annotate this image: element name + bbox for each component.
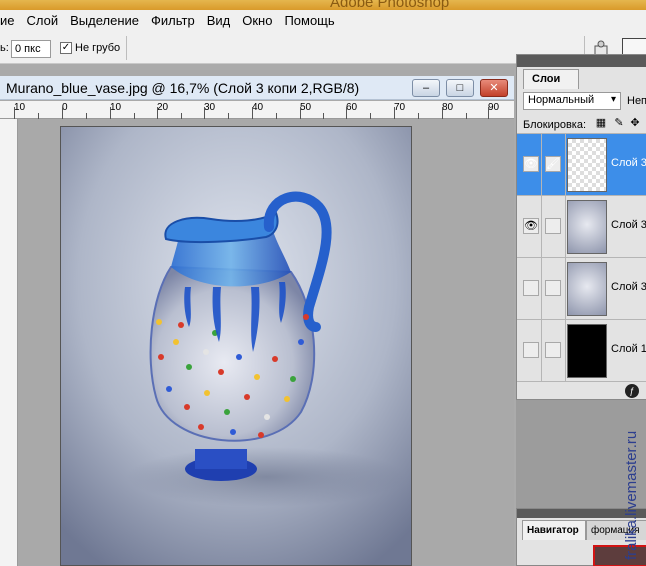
eye-toggle-empty[interactable] <box>523 342 539 358</box>
menu-item-help[interactable]: Помощь <box>278 10 340 32</box>
lock-position-icon[interactable]: ✥ <box>629 117 641 129</box>
feather-input[interactable] <box>11 40 51 58</box>
layers-panel: Слои Нормальный ▾ Непр Блокировка: ▦ ✎ ✥… <box>516 54 646 400</box>
layer-thumbnail <box>567 262 607 316</box>
maximize-icon: □ <box>456 82 464 94</box>
link-box[interactable] <box>545 218 561 234</box>
antialias-label: Не грубо <box>75 42 121 54</box>
vase-image <box>61 127 411 565</box>
app-title-bar: Adobe Photoshop <box>0 0 646 10</box>
lock-label: Блокировка: <box>523 119 587 131</box>
close-button[interactable]: ✕ <box>480 79 508 97</box>
menu-bar: ие Слой Выделение Фильтр Вид Окно Помощь <box>0 10 646 32</box>
watermark-text: fralika.livemaster.ru <box>623 431 640 560</box>
feather-label: ь: <box>0 42 9 54</box>
layer-row[interactable]: Слой 3 <box>517 257 646 320</box>
menu-item-filter[interactable]: Фильтр <box>145 10 201 32</box>
opacity-label: Непр <box>627 95 646 107</box>
ruler-horizontal[interactable]: 10 0 10 20 30 40 50 60 70 80 90 <box>0 101 514 119</box>
tab-layers[interactable]: Слои <box>523 69 579 89</box>
panel-dock-bar[interactable] <box>517 55 646 67</box>
layer-row[interactable]: 👁 Слой 3 <box>517 195 646 258</box>
fx-icon[interactable]: ƒ <box>625 384 639 398</box>
eye-icon[interactable]: 👁 <box>523 156 539 172</box>
layer-row[interactable]: 👁 🖌 Слой 3 <box>517 133 646 196</box>
menu-item-view[interactable]: Вид <box>201 10 237 32</box>
options-separator <box>126 36 127 60</box>
lock-transparency-icon[interactable]: ▦ <box>595 117 607 129</box>
menu-item-layer[interactable]: Слой <box>21 10 65 32</box>
document-window: Murano_blue_vase.jpg @ 16,7% (Слой 3 коп… <box>0 70 514 566</box>
layers-footer: ƒ <box>517 381 646 399</box>
maximize-button[interactable]: □ <box>446 79 474 97</box>
layer-name: Слой 3 <box>611 281 646 293</box>
link-box[interactable] <box>545 342 561 358</box>
brush-icon[interactable]: 🖌 <box>545 156 561 172</box>
ruler-ticks <box>14 107 489 119</box>
document-title: Murano_blue_vase.jpg @ 16,7% (Слой 3 коп… <box>6 80 360 96</box>
layer-name: Слой 3 <box>611 157 646 169</box>
chevron-down-icon: ▾ <box>610 94 616 105</box>
link-box[interactable] <box>545 280 561 296</box>
menu-item-select[interactable]: Выделение <box>64 10 145 32</box>
document-title-bar[interactable]: Murano_blue_vase.jpg @ 16,7% (Слой 3 коп… <box>0 76 514 100</box>
close-icon: ✕ <box>489 82 499 94</box>
watermark: fralika.livemaster.ru <box>623 431 640 560</box>
lock-pixels-icon[interactable]: ✎ <box>613 117 625 129</box>
blend-mode-value: Нормальный <box>528 94 595 106</box>
minimize-icon: – <box>422 82 430 94</box>
layer-thumbnail <box>567 324 607 378</box>
menu-item-image[interactable]: ие <box>0 10 21 32</box>
tab-navigator[interactable]: Навигатор <box>522 520 586 540</box>
menu-item-window[interactable]: Окно <box>236 10 278 32</box>
eye-toggle-empty[interactable] <box>523 280 539 296</box>
layer-thumbnail <box>567 200 607 254</box>
document-canvas[interactable] <box>60 126 412 566</box>
ruler-vertical[interactable] <box>0 119 18 566</box>
blend-mode-select[interactable]: Нормальный ▾ <box>523 92 621 110</box>
app-title: Adobe Photoshop <box>330 0 450 10</box>
eye-icon[interactable]: 👁 <box>523 218 539 234</box>
layer-row[interactable]: Слой 1 <box>517 319 646 382</box>
layer-name: Слой 1 <box>611 343 646 355</box>
antialias-checkbox[interactable]: ✓ <box>60 42 72 54</box>
layer-thumbnail <box>567 138 607 192</box>
layer-name: Слой 3 <box>611 219 646 231</box>
minimize-button[interactable]: – <box>412 79 440 97</box>
